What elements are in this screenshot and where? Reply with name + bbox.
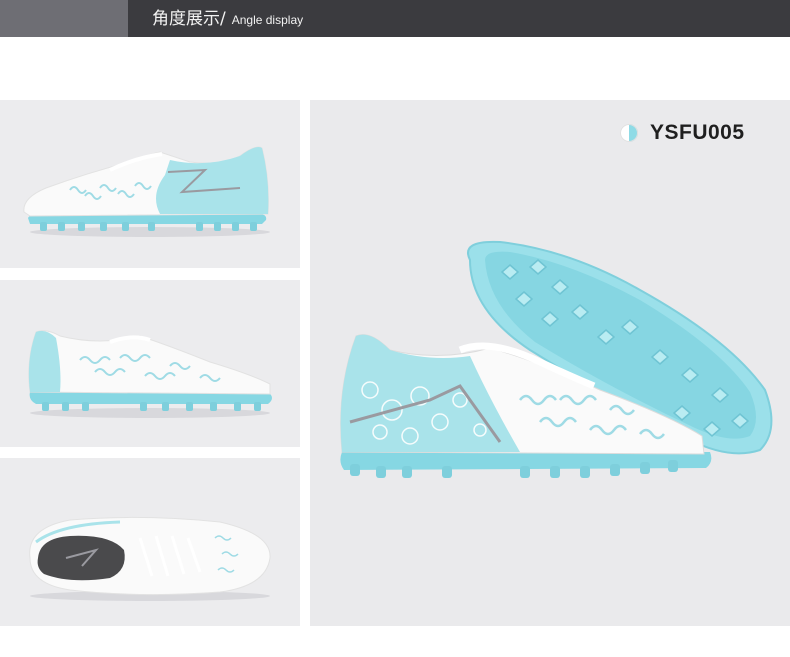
half-circle-icon: [620, 124, 638, 142]
thumbnail-top-view[interactable]: [0, 458, 300, 626]
section-title: 角度展示/ Angle display: [152, 0, 303, 37]
section-title-cn: 角度展示: [152, 9, 220, 29]
header-accent-block: [0, 0, 128, 37]
section-title-en: Angle display: [231, 13, 304, 27]
shoe-main-image: [340, 240, 773, 478]
model-number: YSFU005: [650, 121, 745, 144]
thumbnail-lateral-view[interactable]: [0, 100, 300, 268]
model-label: YSFU005: [620, 119, 745, 147]
main-product-view: [310, 100, 790, 626]
thumbnail-medial-view[interactable]: [0, 280, 300, 447]
shoe-top-image: [29, 516, 271, 601]
title-separator: /: [220, 9, 226, 29]
header-bar: 角度展示/ Angle display: [0, 0, 790, 37]
shoe-side-image-2: [28, 330, 272, 418]
shoe-side-image: [23, 146, 270, 237]
